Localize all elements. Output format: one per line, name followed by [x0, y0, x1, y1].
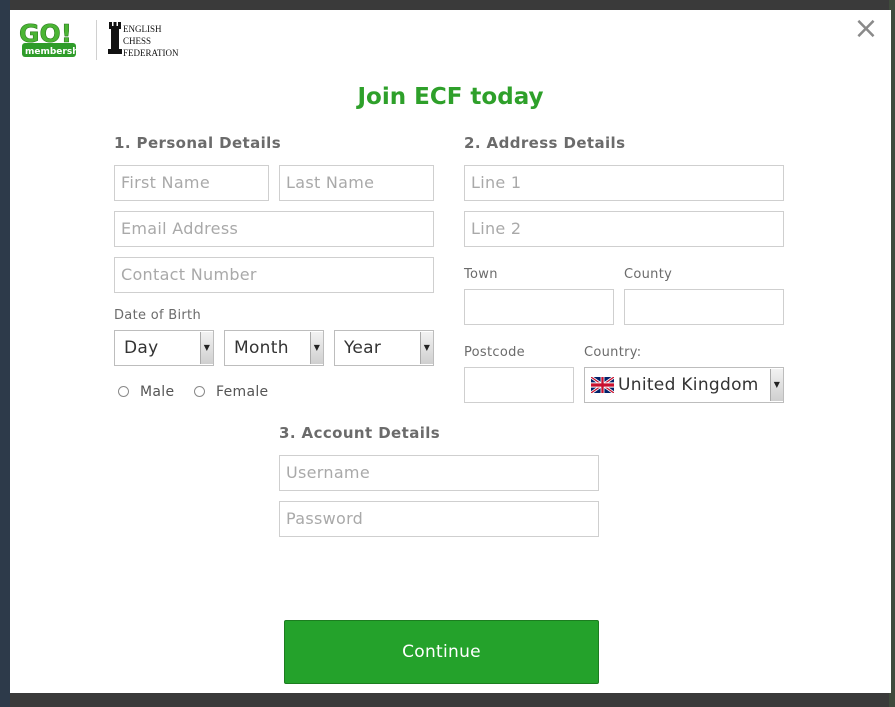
last-name-field[interactable]: Last Name [279, 165, 434, 201]
chevron-down-icon: ▼ [770, 369, 783, 401]
address-line1-field[interactable]: Line 1 [464, 165, 784, 201]
personal-details-heading: 1. Personal Details [114, 134, 282, 152]
chevron-down-icon: ▼ [200, 332, 213, 364]
dob-year-value: Year [344, 338, 382, 358]
postcode-label: Postcode [464, 345, 525, 360]
gender-female-radio[interactable] [194, 386, 205, 397]
dob-year-select[interactable]: Year ▼ [334, 330, 434, 366]
go-membership-logo: GO! membership [19, 19, 81, 57]
country-select[interactable]: United Kingdom ▼ [584, 367, 784, 403]
gender-male-label: Male [140, 384, 175, 400]
chess-rook-icon [108, 22, 122, 54]
chevron-down-icon: ▼ [310, 332, 323, 364]
logo-divider [96, 20, 97, 60]
country-label: Country: [584, 345, 642, 360]
dob-month-value: Month [234, 338, 289, 358]
background-left [0, 0, 10, 707]
dob-day-select[interactable]: Day ▼ [114, 330, 214, 366]
dob-label: Date of Birth [114, 308, 201, 323]
town-label: Town [464, 267, 498, 282]
first-name-field[interactable]: First Name [114, 165, 269, 201]
dob-day-value: Day [124, 338, 159, 358]
signup-modal: GO! membership ENGLISH CHESS FEDERATION … [10, 10, 891, 693]
page-title: Join ECF today [357, 84, 544, 110]
contact-number-field[interactable]: Contact Number [114, 257, 434, 293]
password-field[interactable]: Password [279, 501, 599, 537]
postcode-field[interactable] [464, 367, 574, 403]
ecf-logo-text: ENGLISH CHESS FEDERATION [123, 24, 179, 58]
chevron-down-icon: ▼ [420, 332, 433, 364]
dob-month-select[interactable]: Month ▼ [224, 330, 324, 366]
town-field[interactable] [464, 289, 614, 325]
country-value: United Kingdom [618, 375, 759, 395]
uk-flag-icon [591, 377, 614, 393]
gender-female-label: Female [216, 384, 269, 400]
county-field[interactable] [624, 289, 784, 325]
svg-text:membership: membership [25, 47, 81, 57]
username-field[interactable]: Username [279, 455, 599, 491]
county-label: County [624, 267, 673, 282]
continue-button[interactable]: Continue [284, 620, 599, 684]
close-icon[interactable]: × [853, 14, 879, 44]
email-field[interactable]: Email Address [114, 211, 434, 247]
address-line2-field[interactable]: Line 2 [464, 211, 784, 247]
gender-male-radio[interactable] [118, 386, 129, 397]
address-details-heading: 2. Address Details [464, 134, 626, 152]
account-details-heading: 3. Account Details [279, 424, 441, 442]
